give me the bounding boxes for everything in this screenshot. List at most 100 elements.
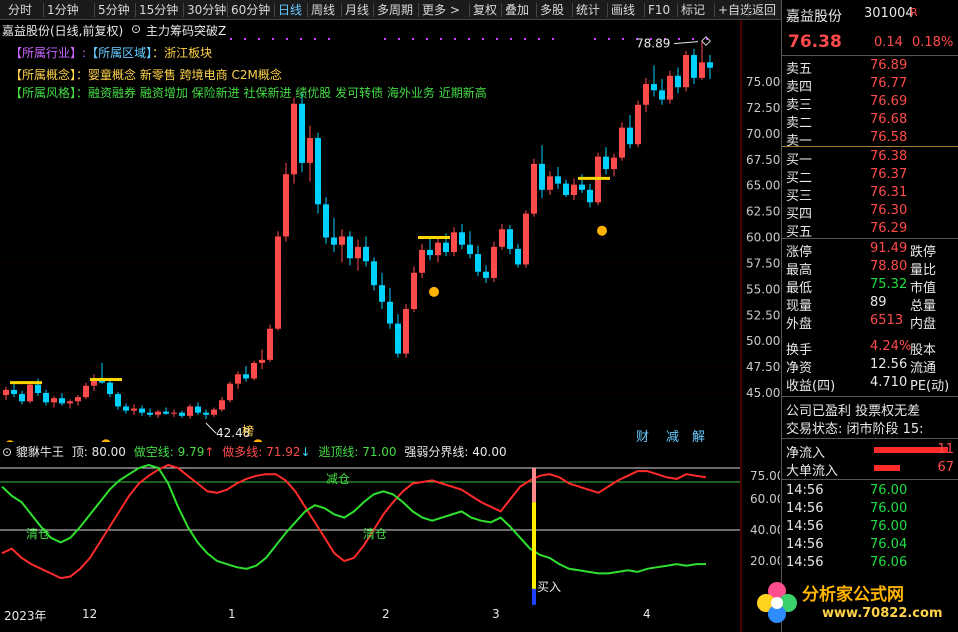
toolbar-item-1[interactable]: 1分钟 xyxy=(47,2,79,18)
toolbar-item-5[interactable]: 60分钟 xyxy=(231,2,270,18)
candle-body xyxy=(707,62,713,68)
stock-code: 301004 xyxy=(864,6,914,21)
toolbar-item-3[interactable]: 15分钟 xyxy=(139,2,178,18)
indicator-menu-icon[interactable]: ⊙ xyxy=(2,445,12,459)
toolbar-item-12[interactable]: 叠加 xyxy=(505,2,529,18)
quote-panel: 嘉益股份 301004 R 76.38 0.14 0.18% 卖五 76.89 卖四… xyxy=(757,0,958,632)
ask-0-row[interactable]: 卖五 76.89 xyxy=(786,58,956,77)
tick-1-row[interactable]: 14:56 76.00 xyxy=(786,501,956,519)
current-price: 76.38 xyxy=(788,32,842,52)
candle-body xyxy=(459,232,465,245)
price-y-tick: 62.50 xyxy=(746,205,780,219)
region-tag[interactable]: 【所属区域】 xyxy=(86,46,152,60)
signal-dot xyxy=(258,38,260,40)
toolbar-item-0[interactable]: 分时 xyxy=(8,2,32,18)
indicator-label[interactable]: 主力筹码突破Z xyxy=(146,22,226,39)
stat-1-value: 78.80 xyxy=(870,259,908,274)
candle-body xyxy=(307,137,313,163)
ask-1-row[interactable]: 卖四 76.77 xyxy=(786,76,956,95)
toolbar-item-16[interactable]: F10 xyxy=(648,2,670,18)
x-axis: 2023年 12 1 2 3 4 xyxy=(0,604,780,632)
toolbar-item-10[interactable]: 更多 > xyxy=(422,2,460,18)
ask-2-label: 卖三 xyxy=(786,98,813,113)
stat-7-row[interactable]: 收益(四) 4.710 PE(动) xyxy=(786,375,956,394)
bid-2-row[interactable]: 买三 76.31 xyxy=(786,185,956,204)
candle-body xyxy=(227,383,233,401)
toolbar-item-9[interactable]: 多周期 xyxy=(377,2,413,18)
candle-body xyxy=(211,409,217,415)
stat-3-value: 89 xyxy=(870,295,887,310)
price-chart[interactable]: 75.00 72.50 70.00 67.50 65.00 62.50 60.00 57.50… xyxy=(0,20,780,464)
toolbar-item-17[interactable]: 标记 xyxy=(681,2,705,18)
concept-tag[interactable]: 【所属概念】 xyxy=(10,68,76,82)
candle-body xyxy=(59,398,65,404)
toolbar-item-8[interactable]: 月线 xyxy=(345,2,369,18)
candle-body xyxy=(635,104,641,145)
toolbar-item-6[interactable]: 日线 xyxy=(278,2,302,18)
tick-4-row[interactable]: 14:56 76.06 xyxy=(786,555,956,573)
indicator-name: 貔貅牛王 xyxy=(15,445,64,459)
stat-5-row[interactable]: 换手 4.24% 股本 xyxy=(786,339,956,358)
stat-0-value: 91.49 xyxy=(870,241,908,256)
tick-3-row[interactable]: 14:56 76.04 xyxy=(786,537,956,555)
signal-dot xyxy=(272,38,274,40)
candle-body xyxy=(291,103,297,175)
dropdown-icon[interactable]: ⊙ xyxy=(131,22,141,36)
stat-2-row[interactable]: 最低 75.32 市值 xyxy=(786,277,956,296)
tick-0-row[interactable]: 14:56 76.00 xyxy=(786,483,956,501)
stock-name: 嘉益股份 xyxy=(786,9,842,25)
toolbar-item-13[interactable]: 多股 xyxy=(540,2,564,18)
signal-dot xyxy=(678,38,680,40)
stat-4-value: 6513 xyxy=(870,313,904,328)
bid-0-row[interactable]: 买一 76.38 xyxy=(786,149,956,168)
signal-dot xyxy=(398,38,400,40)
signal-dot xyxy=(538,38,540,40)
candle-body xyxy=(563,183,569,195)
long-line-value: 做多线: 71.92 xyxy=(222,445,301,459)
candle-body xyxy=(19,394,25,402)
stat-3-row[interactable]: 现量 89 总量 xyxy=(786,295,956,314)
candle-body xyxy=(83,385,89,398)
candle-body xyxy=(603,156,609,170)
candle-body xyxy=(699,62,705,78)
candle-body xyxy=(627,127,633,145)
candle-body xyxy=(691,55,697,78)
bid-2-label: 买三 xyxy=(786,189,813,204)
toolbar-item-4[interactable]: 30分钟 xyxy=(187,2,226,18)
stat-4-row[interactable]: 外盘 6513 内盘 xyxy=(786,313,956,332)
toolbar-item-15[interactable]: 画线 xyxy=(611,2,635,18)
candle-body xyxy=(163,411,169,414)
signal-dot xyxy=(454,38,456,40)
style-tag[interactable]: 【所属风格】 xyxy=(10,86,76,100)
x-label-feb: 2 xyxy=(382,607,390,621)
candle-body xyxy=(267,328,273,360)
candle-body xyxy=(115,394,121,407)
industry-tag[interactable]: 【所属行业】 xyxy=(10,46,82,60)
tick-4-value: 76.06 xyxy=(870,555,908,570)
toolbar-item-11[interactable]: 复权 xyxy=(473,2,497,18)
toolbar-item-7[interactable]: 周线 xyxy=(311,2,335,18)
clear-annotation-2: 清仓 xyxy=(363,527,388,541)
bid-1-row[interactable]: 买二 76.37 xyxy=(786,167,956,186)
stat-6-row[interactable]: 净资 12.56 流通 xyxy=(786,357,956,376)
tick-2-row[interactable]: 14:56 76.00 xyxy=(786,519,956,537)
price-y-tick: 55.00 xyxy=(746,282,780,296)
ask-2-value: 76.69 xyxy=(870,94,908,109)
candle-body xyxy=(587,189,593,203)
toolbar-item-19[interactable]: 返回 xyxy=(752,2,776,18)
bang-tag[interactable]: 榜 xyxy=(242,422,254,439)
candle-body xyxy=(683,55,689,88)
ask-0-label: 卖五 xyxy=(786,62,813,77)
toolbar-item-2[interactable]: 5分钟 xyxy=(98,2,130,18)
candle-body xyxy=(35,384,41,393)
bid-3-row[interactable]: 买四 76.30 xyxy=(786,203,956,222)
stat-1-row[interactable]: 最高 78.80 量比 xyxy=(786,259,956,278)
ask-3-row[interactable]: 卖二 76.68 xyxy=(786,112,956,131)
ask-2-row[interactable]: 卖三 76.69 xyxy=(786,94,956,113)
bid-4-row[interactable]: 买五 76.29 xyxy=(786,221,956,240)
signal-dot xyxy=(594,38,596,40)
toolbar-item-18[interactable]: +自选 xyxy=(718,2,752,18)
candle-body xyxy=(67,401,73,404)
stat-0-row[interactable]: 涨停 91.49 跌停 xyxy=(786,241,956,260)
toolbar-item-14[interactable]: 统计 xyxy=(576,2,600,18)
